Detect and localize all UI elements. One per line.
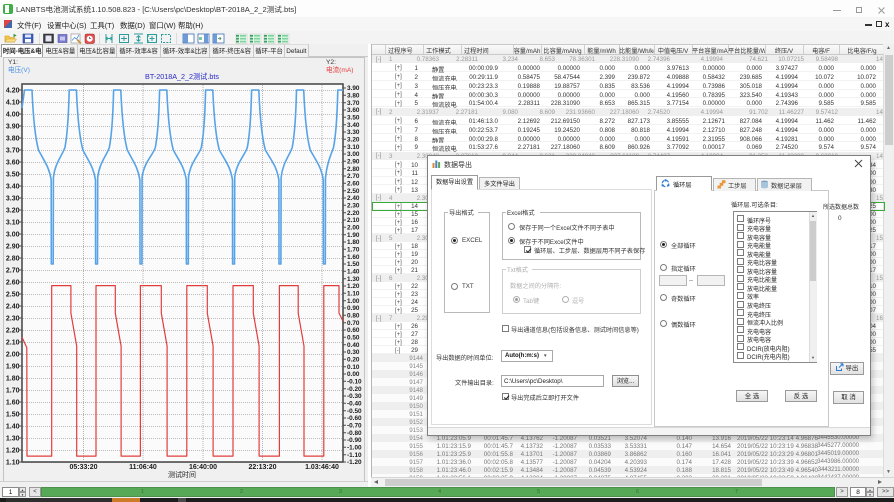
svg-text:1.50: 1.50 [347, 261, 360, 268]
svg-text:2.90: 2.90 [347, 159, 360, 166]
svg-text:-0.40: -0.40 [347, 401, 362, 408]
svg-text:3.40: 3.40 [6, 183, 20, 190]
svg-text:3.80: 3.80 [6, 135, 20, 142]
svg-text:4.20: 4.20 [6, 87, 20, 94]
svg-text:2.10: 2.10 [347, 217, 360, 224]
svg-text:0.40: 0.40 [347, 342, 360, 349]
svg-text:2.00: 2.00 [347, 225, 360, 232]
svg-text:1.40: 1.40 [347, 269, 360, 276]
svg-text:-0.30: -0.30 [347, 393, 362, 400]
svg-text:1.10: 1.10 [347, 291, 360, 298]
svg-text:1.50: 1.50 [6, 411, 20, 418]
svg-text:1.03:46:40: 1.03:46:40 [305, 464, 339, 471]
svg-text:3.10: 3.10 [347, 144, 360, 151]
svg-text:1.80: 1.80 [6, 375, 20, 382]
svg-text:0.60: 0.60 [347, 327, 360, 334]
svg-text:2.20: 2.20 [347, 210, 360, 217]
svg-text:3.40: 3.40 [347, 122, 360, 129]
svg-text:22:13:20: 22:13:20 [248, 464, 276, 471]
svg-text:-0.60: -0.60 [347, 415, 362, 422]
svg-text:-0.20: -0.20 [347, 386, 362, 393]
svg-text:2.70: 2.70 [347, 173, 360, 180]
svg-text:3.20: 3.20 [347, 137, 360, 144]
svg-text:2.30: 2.30 [347, 203, 360, 210]
svg-text:11:06:40: 11:06:40 [129, 464, 157, 471]
svg-text:1.70: 1.70 [347, 247, 360, 254]
svg-text:1.40: 1.40 [6, 423, 20, 430]
svg-text:1.20: 1.20 [6, 447, 20, 454]
svg-text:2.60: 2.60 [347, 181, 360, 188]
svg-text:0.10: 0.10 [347, 364, 360, 371]
svg-text:4.10: 4.10 [6, 99, 20, 106]
svg-text:2.40: 2.40 [347, 195, 360, 202]
svg-text:3.70: 3.70 [6, 147, 20, 154]
svg-text:0.20: 0.20 [347, 357, 360, 364]
svg-text:1.90: 1.90 [347, 232, 360, 239]
svg-text:0.00: 0.00 [347, 371, 360, 378]
svg-text:2.90: 2.90 [6, 243, 20, 250]
svg-text:3.50: 3.50 [6, 171, 20, 178]
svg-text:3.80: 3.80 [347, 93, 360, 100]
svg-text:4.00: 4.00 [6, 111, 20, 118]
svg-text:-1.10: -1.10 [347, 452, 362, 459]
svg-text:1.90: 1.90 [6, 363, 20, 370]
svg-text:3.60: 3.60 [347, 107, 360, 114]
svg-text:测试时间: 测试时间 [168, 470, 196, 479]
svg-text:1.70: 1.70 [6, 387, 20, 394]
svg-text:0.70: 0.70 [347, 320, 360, 327]
svg-text:1.60: 1.60 [347, 254, 360, 261]
svg-text:电流(mA): 电流(mA) [326, 65, 353, 74]
svg-text:1.20: 1.20 [347, 283, 360, 290]
svg-text:2.70: 2.70 [6, 267, 20, 274]
svg-text:-0.80: -0.80 [347, 430, 362, 437]
svg-text:3.30: 3.30 [6, 195, 20, 202]
svg-text:2.30: 2.30 [6, 315, 20, 322]
svg-text:0.80: 0.80 [347, 313, 360, 320]
svg-text:3.60: 3.60 [6, 159, 20, 166]
svg-text:3.10: 3.10 [6, 219, 20, 226]
svg-text:1.30: 1.30 [6, 435, 20, 442]
svg-text:2.10: 2.10 [6, 339, 20, 346]
svg-text:-0.70: -0.70 [347, 423, 362, 430]
svg-text:Y2:: Y2: [326, 59, 336, 66]
svg-text:1.30: 1.30 [347, 276, 360, 283]
svg-text:-1.20: -1.20 [347, 459, 362, 466]
svg-text:2.40: 2.40 [6, 303, 20, 310]
svg-text:3.30: 3.30 [347, 129, 360, 136]
svg-text:2.80: 2.80 [347, 166, 360, 173]
svg-text:3.00: 3.00 [6, 231, 20, 238]
svg-text:3.00: 3.00 [347, 151, 360, 158]
svg-text:BT-2018A_2_2测试.bts: BT-2018A_2_2测试.bts [145, 72, 219, 81]
svg-text:1.80: 1.80 [347, 239, 360, 246]
svg-text:-0.50: -0.50 [347, 408, 362, 415]
svg-text:-0.10: -0.10 [347, 379, 362, 386]
svg-text:3.90: 3.90 [347, 85, 360, 92]
svg-text:2.50: 2.50 [6, 291, 20, 298]
svg-text:2.20: 2.20 [6, 327, 20, 334]
svg-text:2.80: 2.80 [6, 255, 20, 262]
svg-text:2.60: 2.60 [6, 279, 20, 286]
svg-text:3.50: 3.50 [347, 115, 360, 122]
svg-text:05:33:20: 05:33:20 [69, 464, 97, 471]
svg-text:1.60: 1.60 [6, 399, 20, 406]
svg-text:电压(V): 电压(V) [8, 65, 30, 74]
svg-text:1.00: 1.00 [347, 298, 360, 305]
svg-text:0.90: 0.90 [347, 305, 360, 312]
svg-text:2.50: 2.50 [347, 188, 360, 195]
svg-text:3.70: 3.70 [347, 100, 360, 107]
svg-text:2.00: 2.00 [6, 351, 20, 358]
svg-text:-1.00: -1.00 [347, 445, 362, 452]
svg-text:16:40:00: 16:40:00 [189, 464, 217, 471]
svg-text:3.20: 3.20 [6, 207, 20, 214]
svg-text:-0.90: -0.90 [347, 437, 362, 444]
svg-text:1.10: 1.10 [6, 459, 20, 466]
svg-text:0.50: 0.50 [347, 335, 360, 342]
svg-text:3.90: 3.90 [6, 123, 20, 130]
svg-text:Y1:: Y1: [8, 59, 18, 66]
svg-text:0.30: 0.30 [347, 349, 360, 356]
